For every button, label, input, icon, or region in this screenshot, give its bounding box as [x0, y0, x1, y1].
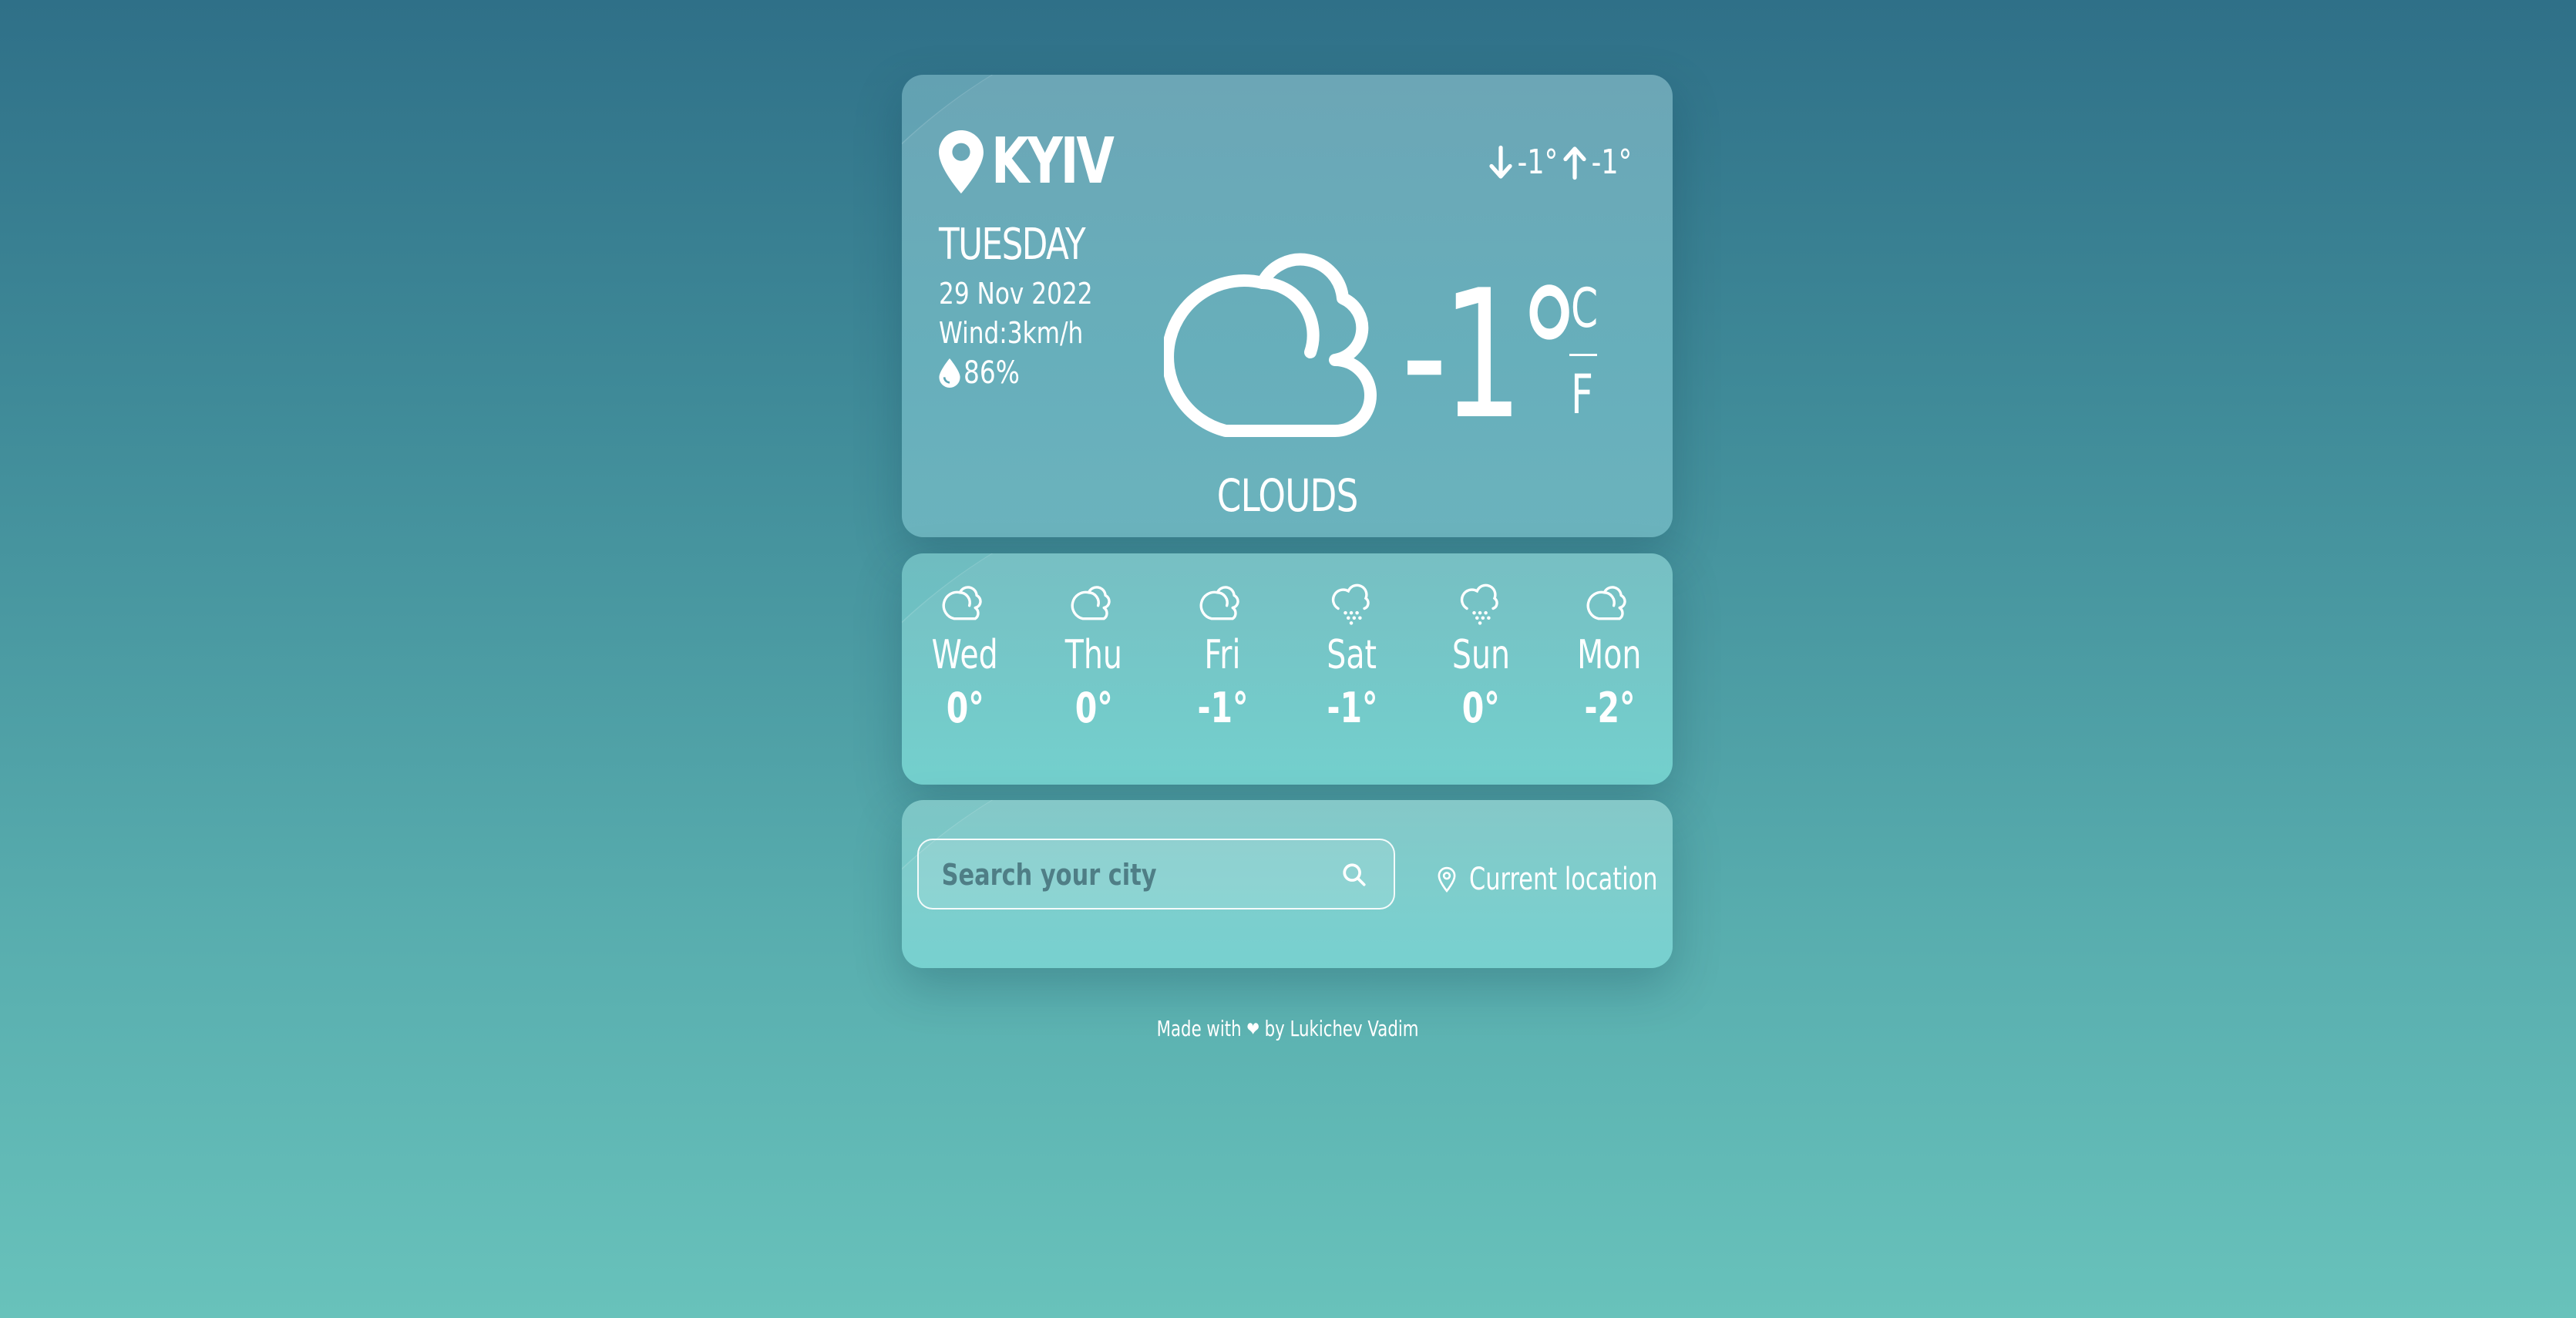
location-pin-icon [939, 130, 984, 193]
current-location-label: Current location [1469, 862, 1658, 897]
forecast-day-label: Fri [1204, 632, 1241, 678]
city-header: KYIV [939, 130, 1146, 193]
forecast-day-wed: Wed 0° [911, 577, 1019, 729]
footer-made-with: Made with [1157, 1016, 1242, 1041]
arrow-down-icon [1489, 145, 1512, 179]
forecast-day-label: Sun [1451, 632, 1510, 678]
temp-min: -1° [1517, 143, 1559, 182]
forecast-temp: -2° [1583, 684, 1636, 732]
city-name: KYIV [991, 125, 1115, 198]
forecast-day-sun: Sun 0° [1427, 577, 1535, 729]
forecast-day-label: Sat [1327, 632, 1377, 678]
snow-icon [1460, 583, 1498, 625]
condition-label: CLOUDS [1216, 469, 1359, 522]
forecast-day-thu: Thu 0° [1040, 577, 1148, 729]
arrow-up-icon [1563, 146, 1586, 180]
weather-condition: CLOUDS [902, 469, 1673, 522]
unit-divider [1569, 354, 1597, 356]
current-location-button[interactable]: Current location [1437, 862, 1673, 897]
cloud-icon [1199, 586, 1239, 620]
forecast-day-fri: Fri -1° [1169, 577, 1276, 729]
unit-fahrenheit-toggle[interactable]: F [1571, 368, 1593, 422]
forecast-list: Wed 0° Thu 0° Fri -1° Sat -1° Sun 0° Mon -2° [902, 577, 1673, 777]
cloud-icon [1071, 586, 1111, 620]
footer: Made with ❤ by Lukichev Vadim [0, 1016, 2576, 1041]
search-card: Current location [902, 800, 1673, 968]
min-max-temperature: -1° -1° [1489, 143, 1637, 182]
forecast-temp: -1° [1196, 684, 1249, 732]
forecast-day-mon: Mon -2° [1555, 577, 1663, 729]
wind-text: Wind:3km/h [939, 316, 1084, 350]
search-input[interactable] [940, 840, 1227, 909]
heart-icon: ❤ [1246, 1018, 1260, 1041]
humidity-value: 86% [963, 355, 1020, 391]
forecast-day-label: Wed [931, 632, 999, 678]
forecast-temp: -1° [1326, 684, 1378, 732]
forecast-temp: 0° [1074, 684, 1113, 732]
day-name: TUESDAY [939, 220, 1086, 270]
forecast-day-sat: Sat -1° [1298, 577, 1406, 729]
unit-celsius-toggle[interactable]: C [1571, 281, 1598, 335]
current-weather-card: KYIV TUESDAY 29 Nov 2022 Wind:3km/h 86% … [902, 75, 1673, 537]
cloud-icon [942, 586, 982, 620]
forecast-temp: 0° [946, 684, 984, 732]
forecast-day-label: Thu [1064, 632, 1123, 678]
footer-author: by Lukichev Vadim [1265, 1016, 1419, 1041]
forecast-day-label: Mon [1577, 632, 1642, 678]
snow-icon [1331, 583, 1370, 625]
humidity-row: 86% [939, 355, 1032, 391]
humidity-drop-icon [939, 358, 960, 388]
location-pin-icon [1438, 866, 1456, 893]
search-icon[interactable] [1341, 862, 1367, 888]
search-box [917, 839, 1395, 909]
cloud-icon [1586, 586, 1626, 620]
forecast-temp: 0° [1461, 684, 1500, 732]
current-temperature: -1° [1401, 253, 1582, 459]
date-text: 29 Nov 2022 [939, 277, 1093, 311]
cloud-icon [1164, 253, 1377, 437]
forecast-card: Wed 0° Thu 0° Fri -1° Sat -1° Sun 0° Mon -2° [902, 553, 1673, 785]
temp-max: -1° [1591, 143, 1633, 182]
